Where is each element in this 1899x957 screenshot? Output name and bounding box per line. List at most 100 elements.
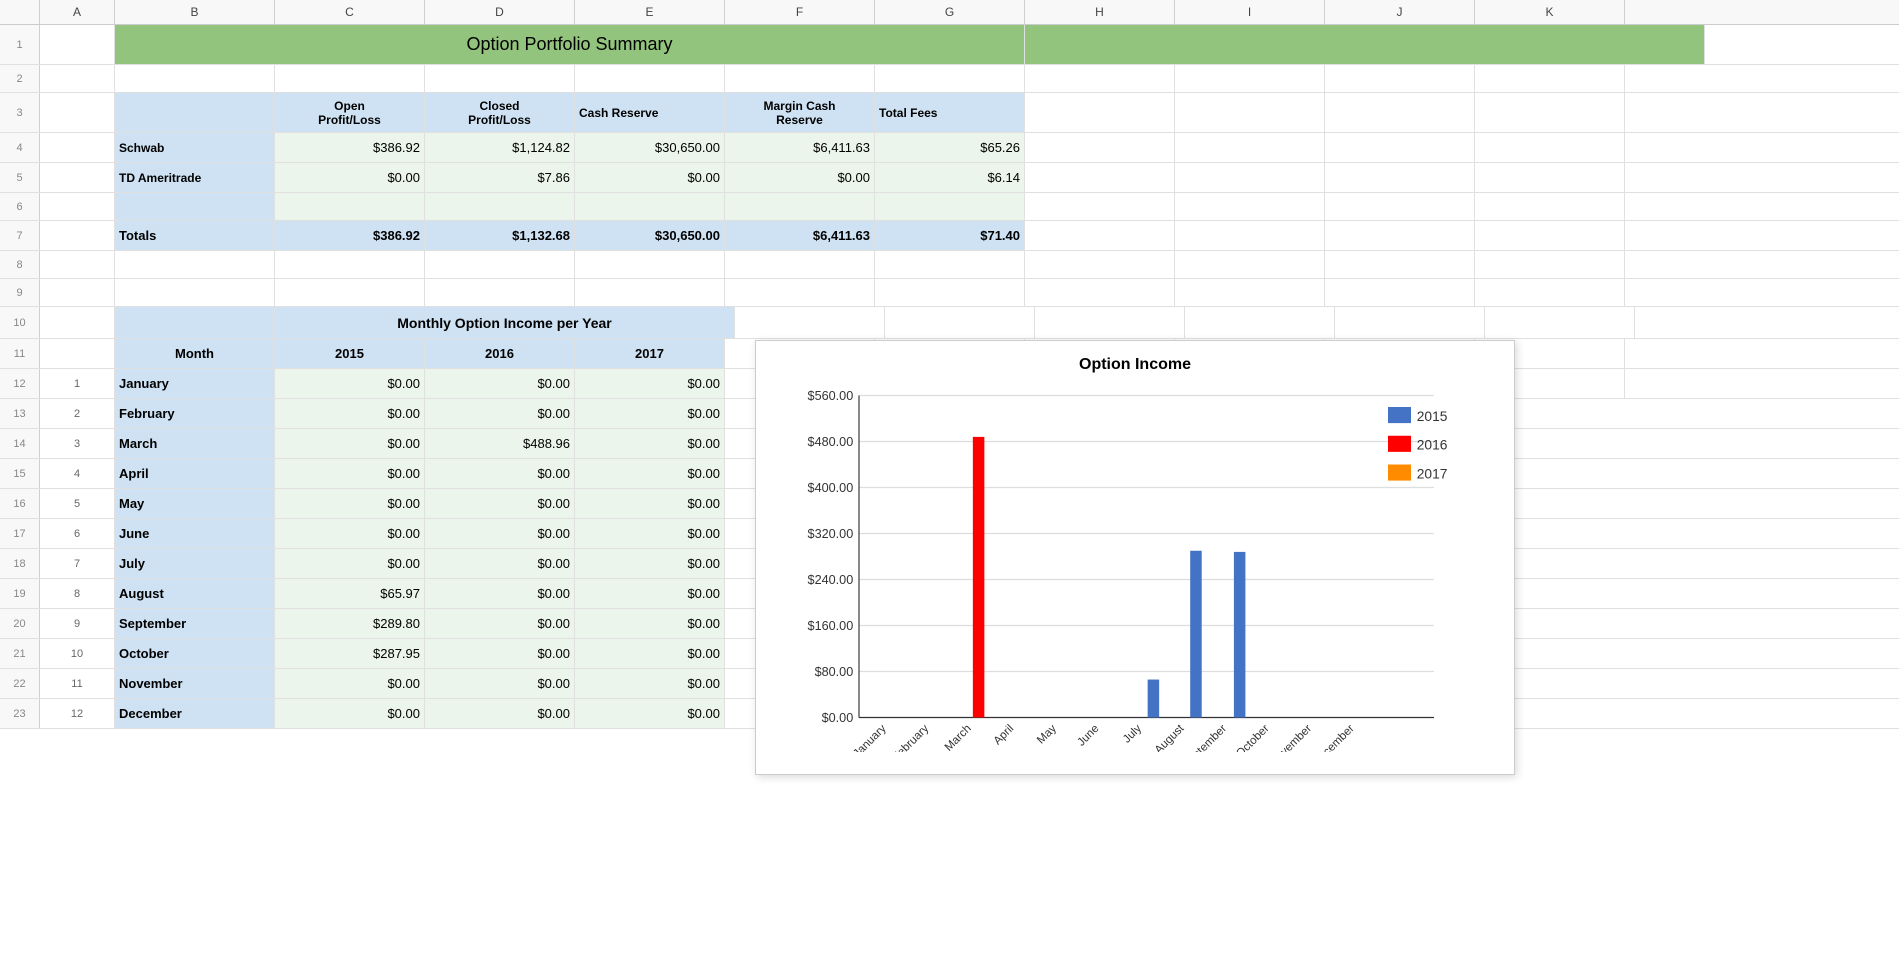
cell-15a: 4: [40, 459, 115, 488]
cell-sep-2016: $0.00: [425, 609, 575, 638]
cell-jan-2015: $0.00: [275, 369, 425, 398]
cell-22a: 11: [40, 669, 115, 698]
cell-17a: 6: [40, 519, 115, 548]
svg-text:October: October: [1234, 723, 1272, 752]
cell-9f: [725, 279, 875, 306]
row-num-23: 23: [0, 699, 40, 728]
cell-7i: [1175, 221, 1325, 250]
header-margin-cash: Margin CashReserve: [725, 93, 875, 132]
cell-6k: [1475, 193, 1625, 220]
cell-dec-2015: $0.00: [275, 699, 425, 728]
bar-march-2016: [973, 437, 985, 718]
row-2: 2: [0, 65, 1899, 93]
cell-2j: [1325, 65, 1475, 92]
cell-9a: [40, 279, 115, 306]
cell-jun-2015: $0.00: [275, 519, 425, 548]
cell-2a: [40, 65, 115, 92]
cell-2016-header: 2016: [425, 339, 575, 368]
cell-td-label: TD Ameritrade: [115, 163, 275, 192]
cell-10f: [735, 307, 885, 338]
row-3: 3 OpenProfit/Loss ClosedProfit/Loss Cash…: [0, 93, 1899, 133]
cell-16a: 5: [40, 489, 115, 518]
cell-mar-2017: $0.00: [575, 429, 725, 458]
row-7: 7 Totals $386.92 $1,132.68 $30,650.00 $6…: [0, 221, 1899, 251]
cell-5h: [1025, 163, 1175, 192]
row-9: 9: [0, 279, 1899, 307]
cell-9g: [875, 279, 1025, 306]
cell-3h: [1025, 93, 1175, 132]
header-open-pl: OpenProfit/Loss: [275, 93, 425, 132]
cell-td-fees: $6.14: [875, 163, 1025, 192]
cell-oct-2015: $287.95: [275, 639, 425, 668]
cell-2k: [1475, 65, 1625, 92]
cell-feb-2017: $0.00: [575, 399, 725, 428]
cell-4h: [1025, 133, 1175, 162]
cell-may-2016: $0.00: [425, 489, 575, 518]
cell-2017-header: 2017: [575, 339, 725, 368]
svg-text:September: September: [1181, 723, 1229, 752]
row-8: 8: [0, 251, 1899, 279]
cell-schwab-closedpl: $1,124.82: [425, 133, 575, 162]
cell-apr-2017: $0.00: [575, 459, 725, 488]
cell-10h: [1035, 307, 1185, 338]
cell-9k: [1475, 279, 1625, 306]
col-header-k: K: [1475, 0, 1625, 24]
cell-23a: 12: [40, 699, 115, 728]
svg-text:April: April: [992, 723, 1017, 748]
chart-svg: $560.00 $480.00 $400.00 $320.00 $240.00 …: [771, 384, 1499, 752]
cell-2h: [1025, 65, 1175, 92]
row-num-5: 5: [0, 163, 40, 192]
cell-9e: [575, 279, 725, 306]
svg-text:February: February: [890, 722, 931, 752]
cell-jul-2016: $0.00: [425, 549, 575, 578]
cell-6e: [575, 193, 725, 220]
cell-2i: [1175, 65, 1325, 92]
cell-9h: [1025, 279, 1175, 306]
cell-4a: [40, 133, 115, 162]
row-num-7: 7: [0, 221, 40, 250]
bar-aug-2015: [1148, 680, 1160, 718]
col-header-h: H: [1025, 0, 1175, 24]
legend-2016-label: 2016: [1417, 438, 1448, 453]
cell-3a: [40, 93, 115, 132]
row-num-22: 22: [0, 669, 40, 698]
cell-3j: [1325, 93, 1475, 132]
cell-8j: [1325, 251, 1475, 278]
cell-6j: [1325, 193, 1475, 220]
svg-text:July: July: [1121, 722, 1144, 745]
row-num-21: 21: [0, 639, 40, 668]
cell-12a: 1: [40, 369, 115, 398]
cell-oct-2016: $0.00: [425, 639, 575, 668]
svg-text:$240.00: $240.00: [808, 573, 854, 587]
col-header-a: A: [40, 0, 115, 24]
row-1: 1 Option Portfolio Summary: [0, 25, 1899, 65]
cell-may-label: May: [115, 489, 275, 518]
col-header-i: I: [1175, 0, 1325, 24]
cell-6i: [1175, 193, 1325, 220]
cell-20a: 9: [40, 609, 115, 638]
row-num-20: 20: [0, 609, 40, 638]
cell-apr-2015: $0.00: [275, 459, 425, 488]
cell-8d: [425, 251, 575, 278]
svg-text:June: June: [1075, 723, 1101, 749]
cell-jun-2017: $0.00: [575, 519, 725, 548]
cell-totals-margin: $6,411.63: [725, 221, 875, 250]
row-num-14: 14: [0, 429, 40, 458]
row-num-2: 2: [0, 65, 40, 92]
monthly-table-title: Monthly Option Income per Year: [275, 307, 735, 338]
cell-8a: [40, 251, 115, 278]
cell-jun-label: June: [115, 519, 275, 548]
cell-5i: [1175, 163, 1325, 192]
cell-2f: [725, 65, 875, 92]
cell-oct-label: October: [115, 639, 275, 668]
cell-2b: [115, 65, 275, 92]
svg-text:$80.00: $80.00: [815, 665, 854, 679]
legend-2015-label: 2015: [1417, 409, 1448, 424]
cell-8f: [725, 251, 875, 278]
cell-jan-label: January: [115, 369, 275, 398]
cell-aug-2016: $0.00: [425, 579, 575, 608]
cell-nov-2016: $0.00: [425, 669, 575, 698]
cell-jul-2017: $0.00: [575, 549, 725, 578]
cell-9j: [1325, 279, 1475, 306]
cell-jan-2016: $0.00: [425, 369, 575, 398]
